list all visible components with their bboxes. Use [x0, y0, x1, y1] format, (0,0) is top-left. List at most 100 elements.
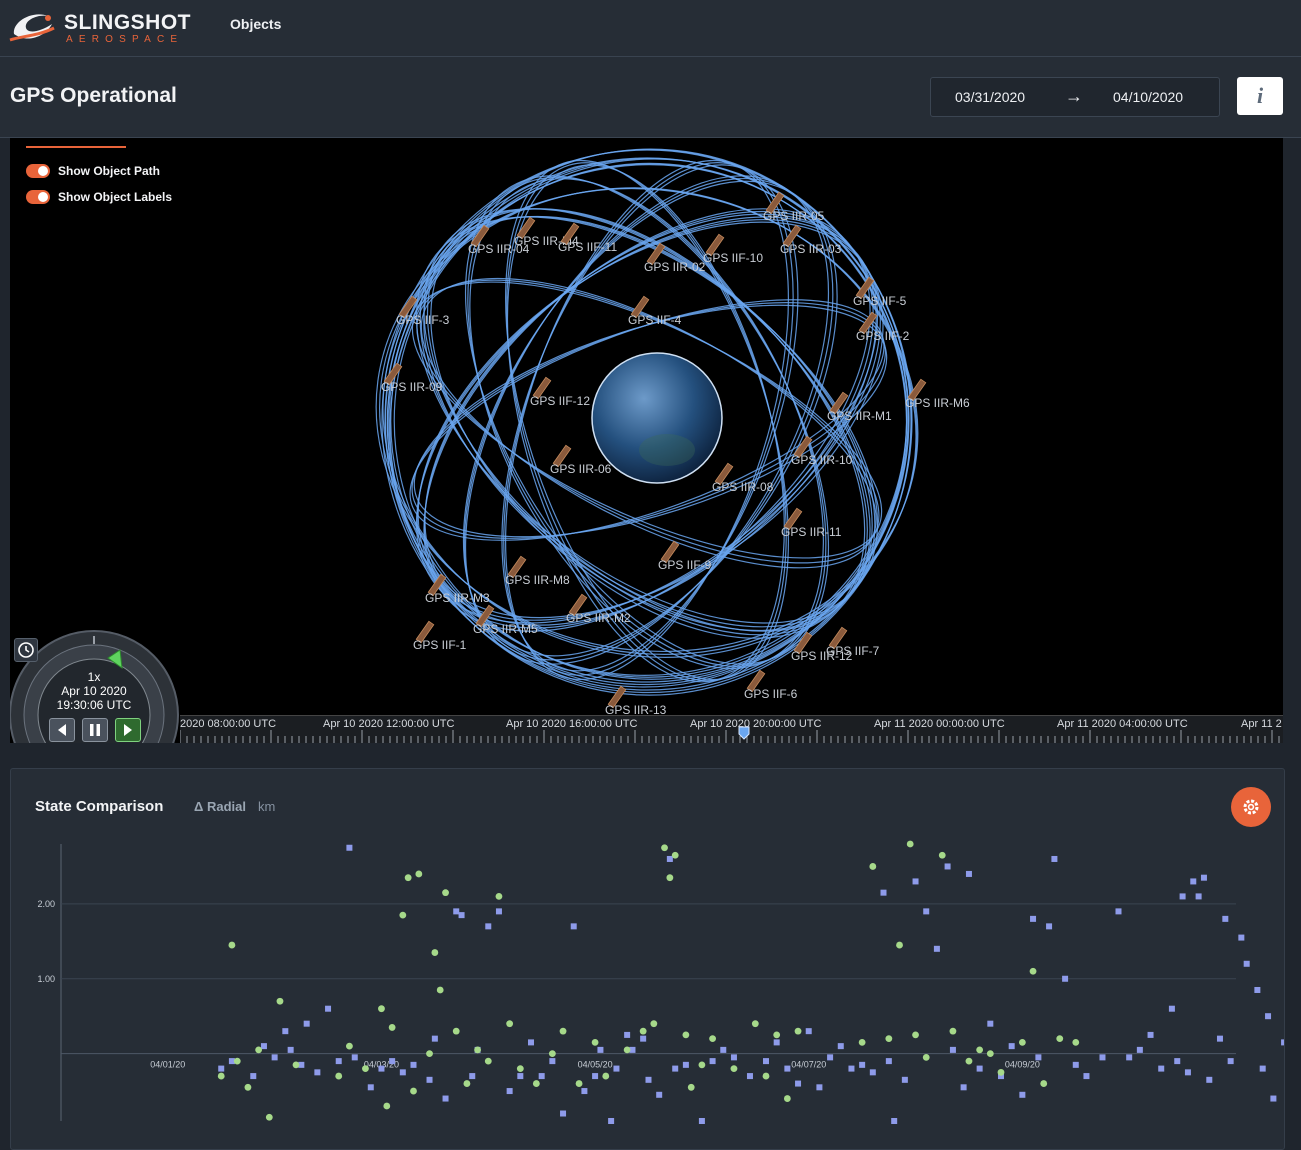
- data-point-circle: [415, 870, 423, 878]
- data-point-square: [1051, 855, 1058, 862]
- object-labels-label: Show Object Labels: [58, 190, 173, 204]
- info-button[interactable]: i: [1237, 77, 1283, 115]
- data-point-square: [656, 1091, 663, 1098]
- data-point-circle: [858, 1038, 866, 1046]
- data-point-circle: [751, 1020, 759, 1028]
- data-point-circle: [922, 1053, 930, 1061]
- orbit-scene[interactable]: GPS IIR-04GPS IIR-M4GPS IIF-11GPS IIR-05…: [10, 138, 1283, 743]
- satellite-label: GPS IIF-5: [853, 294, 907, 308]
- data-point-circle: [912, 1031, 919, 1039]
- satellite-label: GPS IIR-M6: [905, 396, 970, 410]
- data-point-square: [746, 1073, 753, 1080]
- data-point-square: [1195, 893, 1202, 900]
- data-point-circle: [255, 1046, 263, 1054]
- data-point-circle: [698, 1061, 706, 1069]
- satellite-marker[interactable]: GPS IIF-1: [413, 620, 467, 652]
- data-point-square: [827, 1054, 834, 1061]
- satellite-marker[interactable]: GPS IIF-10: [703, 233, 763, 265]
- data-point-circle: [506, 1020, 514, 1028]
- data-point-square: [949, 1046, 956, 1053]
- play-forward-button[interactable]: [115, 718, 141, 742]
- nav-objects-link[interactable]: Objects: [230, 16, 281, 32]
- data-point-circle: [965, 1057, 973, 1065]
- object-labels-toggle[interactable]: [26, 190, 50, 204]
- data-point-circle: [783, 1095, 791, 1102]
- data-point-square: [944, 863, 951, 870]
- data-point-circle: [383, 1102, 391, 1110]
- satellite-label: GPS IIR-10: [791, 453, 853, 467]
- data-point-square: [1030, 915, 1037, 922]
- pause-button[interactable]: [82, 718, 108, 742]
- data-point-circle: [346, 1042, 353, 1050]
- data-point-square: [645, 1076, 652, 1083]
- date-start-field[interactable]: 03/31/2020: [955, 89, 1025, 105]
- data-point-square: [640, 1035, 647, 1042]
- data-point-circle: [276, 997, 284, 1005]
- data-point-square: [837, 1043, 844, 1050]
- date-range-picker[interactable]: 03/31/2020 → 04/10/2020: [930, 77, 1220, 117]
- satellite-marker[interactable]: GPS IIR-M6: [905, 378, 970, 410]
- data-point-square: [410, 1061, 417, 1068]
- data-point-square: [709, 1058, 716, 1065]
- satellite-marker[interactable]: GPS IIF-12: [530, 376, 590, 408]
- settings-button[interactable]: [1231, 787, 1271, 827]
- data-point-square: [1008, 1043, 1015, 1050]
- object-path-toggle[interactable]: [26, 164, 50, 178]
- satellite-marker[interactable]: GPS IIR-M1: [827, 391, 892, 423]
- data-point-circle: [575, 1080, 583, 1087]
- data-point-square: [335, 1058, 342, 1065]
- data-point-square: [1158, 1065, 1165, 1072]
- data-point-square: [1254, 986, 1261, 993]
- date-end-field[interactable]: 04/10/2020: [1113, 89, 1183, 105]
- data-point-square: [378, 1065, 385, 1072]
- satellite-label: GPS IIF-12: [530, 394, 590, 408]
- timeline-scrubber-icon[interactable]: [737, 726, 751, 740]
- satellite-marker[interactable]: GPS IIF-4: [628, 295, 682, 327]
- panel-title: State Comparison: [35, 798, 164, 815]
- data-point-square: [485, 923, 492, 930]
- data-point-circle: [335, 1072, 343, 1080]
- data-point-circle: [495, 893, 503, 900]
- timeline-bar[interactable]: 2020 08:00:00 UTC Apr 10 2020 12:00:00 U…: [180, 715, 1283, 743]
- page-title: GPS Operational: [10, 84, 177, 107]
- top-navbar: SLINGSHOT AEROSPACE Objects: [0, 0, 1301, 57]
- satellite-label: GPS IIF-4: [628, 313, 682, 327]
- data-point-square: [672, 1065, 679, 1072]
- satellite-marker[interactable]: GPS IIF-9: [658, 540, 712, 572]
- data-point-square: [271, 1054, 278, 1061]
- data-point-square: [933, 945, 940, 952]
- data-point-circle: [687, 1083, 695, 1091]
- satellite-marker[interactable]: GPS IIF-6: [744, 669, 798, 701]
- data-point-circle: [404, 874, 412, 882]
- clock-icon[interactable]: [14, 638, 38, 662]
- data-point-circle: [997, 1068, 1005, 1076]
- data-point-circle: [559, 1027, 567, 1035]
- satellite-label: GPS IIF-11: [558, 240, 617, 254]
- pause-icon: [90, 724, 100, 736]
- data-point-circle: [1018, 1038, 1026, 1046]
- satellite-marker[interactable]: GPS IIR-08: [712, 462, 774, 494]
- data-point-square: [1206, 1076, 1213, 1083]
- data-point-square: [458, 912, 465, 919]
- data-point-square: [869, 1069, 876, 1076]
- slingshot-logo[interactable]: SLINGSHOT AEROSPACE: [8, 6, 191, 48]
- satellite-marker[interactable]: GPS IIR-11: [781, 507, 842, 539]
- data-point-circle: [442, 889, 449, 897]
- data-point-circle: [661, 844, 668, 852]
- data-point-square: [399, 1069, 406, 1076]
- toggle-knob: [38, 192, 48, 202]
- x-tick-label: 04/05/20: [578, 1060, 613, 1070]
- data-point-circle: [265, 1113, 273, 1121]
- data-point-square: [1216, 1035, 1223, 1042]
- data-point-circle: [1040, 1080, 1048, 1087]
- data-point-square: [250, 1073, 257, 1080]
- satellite-label: GPS IIR-03: [780, 242, 842, 256]
- play-reverse-button[interactable]: [49, 718, 75, 742]
- data-point-square: [901, 1076, 908, 1083]
- play-reverse-icon: [58, 724, 66, 736]
- data-point-square: [1115, 908, 1122, 915]
- satellite-marker[interactable]: GPS IIR-M8: [505, 555, 570, 587]
- data-point-square: [1035, 1054, 1042, 1061]
- orbit-viewer[interactable]: GPS IIR-04 GPS IIR-M4 GPS IIF-11 GPS IIR-05…: [10, 138, 1283, 743]
- data-point-square: [367, 1084, 374, 1091]
